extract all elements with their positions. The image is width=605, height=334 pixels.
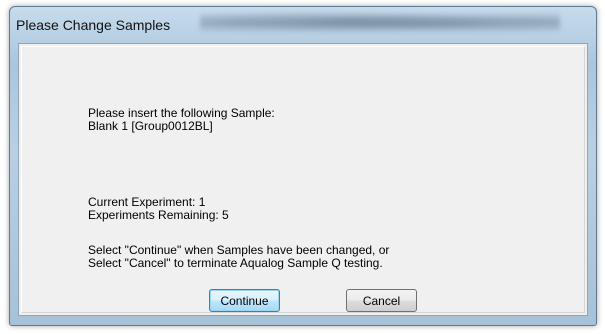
title-bar[interactable]: Please Change Samples bbox=[10, 7, 596, 47]
experiments-remaining-label: Experiments Remaining: 5 bbox=[88, 208, 229, 222]
cancel-button[interactable]: Cancel bbox=[346, 289, 417, 312]
dialog-window: Please Change Samples Please insert the … bbox=[9, 6, 597, 326]
dialog-body-inner bbox=[21, 46, 585, 313]
title-bar-background-blur bbox=[200, 11, 560, 37]
instruction-cancel-label: Select "Cancel" to terminate Aqualog Sam… bbox=[88, 256, 383, 270]
window-title: Please Change Samples bbox=[16, 17, 171, 33]
sample-name-label: Blank 1 [Group0012BL] bbox=[88, 119, 213, 133]
continue-button[interactable]: Continue bbox=[209, 289, 280, 312]
dialog-body: Please insert the following Sample: Blan… bbox=[18, 43, 588, 316]
